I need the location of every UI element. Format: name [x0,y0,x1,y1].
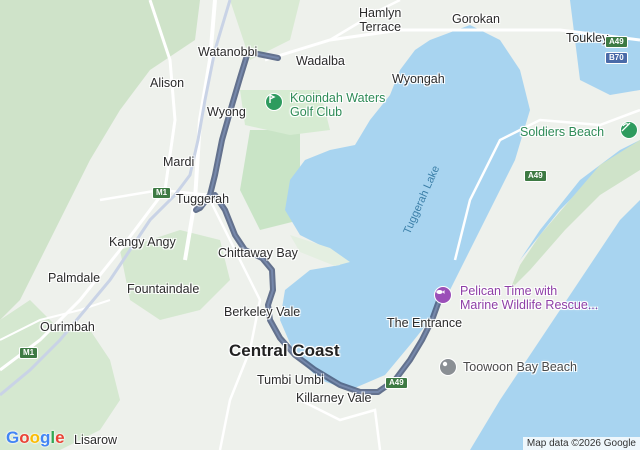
beach-icon [621,122,631,132]
map-canvas[interactable]: Hamlyn Terrace Gorokan Toukley Watanobbi… [0,0,640,450]
place-label-watanobbi: Watanobbi [198,45,258,59]
place-label-fountaindale: Fountaindale [127,282,200,296]
location-pin-icon [442,361,448,367]
place-label-mardi: Mardi [163,155,195,169]
golf-poi-marker[interactable] [265,93,283,111]
place-label-wadalba: Wadalba [296,54,345,68]
place-label-wyong: Wyong [207,105,246,119]
road-shield-b70: B70 [605,52,628,64]
poi-label-soldiers-beach[interactable]: Soldiers Beach [520,125,604,139]
place-label-tuggerah: Tuggerah [176,192,230,206]
place-label-alison: Alison [150,76,185,90]
poi-label-kooindah-waters[interactable]: Kooindah Waters Golf Club [290,91,385,119]
place-label-chittaway-bay: Chittaway Bay [218,246,298,260]
place-label-killarney-vale: Killarney Vale [296,391,372,405]
beach-poi-marker[interactable] [620,121,638,139]
poi-label-toowoon-bay-beach[interactable]: Toowoon Bay Beach [463,360,577,374]
place-label-kangy-angy: Kangy Angy [109,235,176,249]
google-logo: Google [6,428,65,447]
place-label-hamlyn-terrace: Hamlyn Terrace [359,6,402,34]
road-shield-a49: A49 [385,377,408,389]
poi-label-pelican-time[interactable]: Pelican Time with Marine Wildlife Rescue… [460,284,598,312]
place-label-the-entrance: The Entrance [387,316,463,330]
place-label-central-coast: Central Coast [229,341,340,360]
map-attribution[interactable]: Map data ©2026 Google [522,437,640,450]
road-shield-m1: M1 [19,347,39,359]
place-label-gorokan: Gorokan [452,12,500,26]
place-label-wyongah: Wyongah [392,72,445,86]
place-label-tumbi-umbi: Tumbi Umbi [257,373,324,387]
beach-poi-marker-toowoon[interactable] [439,358,457,376]
aquarium-icon [436,290,445,294]
attraction-poi-marker[interactable] [434,286,452,304]
place-label-palmdale: Palmdale [48,271,101,285]
road-shield-a49: A49 [605,36,628,48]
place-label-ourimbah: Ourimbah [40,320,95,334]
place-label-lisarow: Lisarow [74,433,118,447]
road-shield-a49: A49 [524,170,547,182]
road-shield-m1: M1 [152,187,172,199]
place-label-toukley: Toukley [566,31,609,45]
golf-icon [269,94,276,103]
place-label-berkeley-vale: Berkeley Vale [224,305,301,319]
